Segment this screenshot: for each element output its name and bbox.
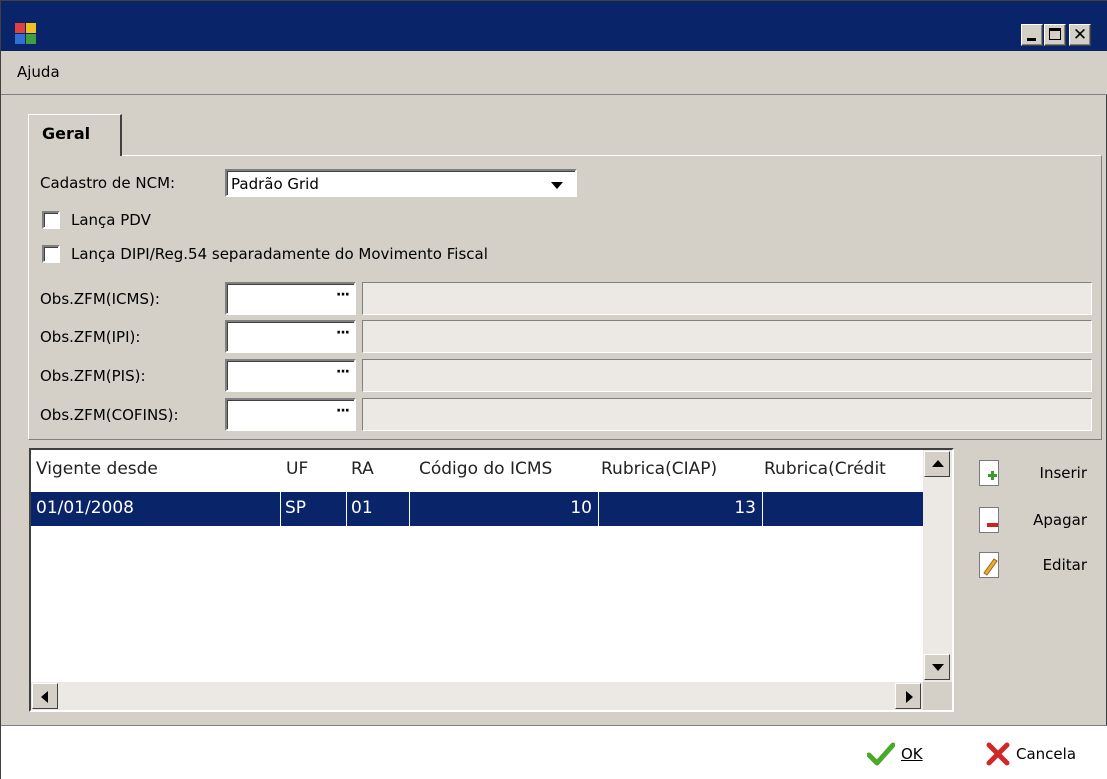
arrow-right-icon <box>906 691 913 703</box>
close-icon: ✕ <box>1072 25 1088 45</box>
scroll-down-button[interactable] <box>924 654 950 680</box>
obs-pis-input[interactable]: ··· <box>225 359 356 392</box>
column-header-ra[interactable]: RA <box>351 459 374 479</box>
obs-ipi-input[interactable]: ··· <box>225 320 356 353</box>
scroll-left-button[interactable] <box>32 683 58 709</box>
ellipsis-icon[interactable]: ··· <box>336 325 350 341</box>
arrow-down-icon <box>932 664 944 671</box>
cell-icms: 10 <box>410 492 599 526</box>
table-row[interactable]: 01/01/2008 SP 01 10 13 <box>31 492 923 526</box>
lanca-dipi-label: Lança DIPI/Reg.54 separadamente do Movim… <box>71 245 488 263</box>
cell-uf: SP <box>281 492 347 526</box>
ok-label: OK <box>901 745 923 763</box>
grid-header: Vigente desde UF RA Código do ICMS Rubri… <box>31 450 923 492</box>
cancel-button[interactable]: Cancela <box>986 742 1096 768</box>
arrow-left-icon <box>41 691 48 703</box>
obs-ipi-label: Obs.ZFM(IPI): <box>40 328 141 346</box>
horizontal-scrollbar[interactable] <box>31 682 923 710</box>
obs-pis-label: Obs.ZFM(PIS): <box>40 367 146 385</box>
tab-label: Geral <box>42 124 91 143</box>
scrollbar-corner <box>923 682 952 710</box>
title-bar[interactable]: ✕ <box>1 1 1107 51</box>
minimize-button[interactable] <box>1021 24 1043 46</box>
chevron-down-icon[interactable] <box>551 182 563 189</box>
close-button[interactable]: ✕ <box>1069 24 1091 46</box>
document-remove-icon <box>979 507 999 533</box>
column-header-vigente[interactable]: Vigente desde <box>36 459 158 479</box>
lanca-dipi-checkbox[interactable] <box>42 245 60 263</box>
footer-bar: OK Cancela <box>1 725 1107 779</box>
document-edit-icon <box>979 552 999 578</box>
edit-label: Editar <box>1042 556 1087 574</box>
cell-ra: 01 <box>347 492 410 526</box>
insert-button[interactable]: Inserir <box>973 456 1091 492</box>
lanca-pdv-checkbox[interactable] <box>42 211 60 229</box>
cadastro-ncm-label: Cadastro de NCM: <box>40 174 176 192</box>
scroll-up-button[interactable] <box>924 451 950 477</box>
document-add-icon <box>979 460 999 486</box>
insert-label: Inserir <box>1039 464 1087 482</box>
obs-cofins-description <box>362 398 1092 431</box>
cadastro-ncm-select[interactable]: Padrão Grid <box>225 169 577 197</box>
minimize-icon <box>1027 38 1036 41</box>
checkmark-icon <box>867 742 895 766</box>
app-icon <box>15 23 37 45</box>
vigencia-grid[interactable]: Vigente desde UF RA Código do ICMS Rubri… <box>29 448 954 712</box>
tab-geral[interactable]: Geral <box>28 114 122 156</box>
obs-pis-description <box>362 359 1092 392</box>
obs-ipi-description <box>362 320 1092 353</box>
cell-vigente: 01/01/2008 <box>31 492 281 526</box>
ellipsis-icon[interactable]: ··· <box>336 364 350 380</box>
column-header-credito[interactable]: Rubrica(Crédit <box>764 459 886 479</box>
menu-item-ajuda[interactable]: Ajuda <box>17 63 60 81</box>
cancel-x-icon <box>986 742 1010 766</box>
column-header-uf[interactable]: UF <box>286 459 308 479</box>
ellipsis-icon[interactable]: ··· <box>336 287 350 303</box>
cadastro-ncm-value: Padrão Grid <box>231 175 319 193</box>
cancel-label: Cancela <box>1016 745 1077 763</box>
obs-cofins-label: Obs.ZFM(COFINS): <box>40 406 179 424</box>
ok-button[interactable]: OK <box>867 742 937 768</box>
arrow-up-icon <box>932 460 944 467</box>
menu-bar: Ajuda <box>1 51 1107 95</box>
main-window: ✕ Ajuda Geral Cadastro de NCM: Padrão Gr… <box>0 0 1107 779</box>
cell-credito <box>763 492 923 526</box>
ellipsis-icon[interactable]: ··· <box>336 403 350 419</box>
obs-icms-description <box>362 282 1092 315</box>
edit-button[interactable]: Editar <box>973 548 1091 584</box>
obs-icms-input[interactable]: ··· <box>225 282 356 315</box>
column-header-icms[interactable]: Código do ICMS <box>419 459 552 479</box>
maximize-button[interactable] <box>1044 24 1066 46</box>
maximize-icon <box>1049 28 1061 40</box>
obs-cofins-input[interactable]: ··· <box>225 398 356 431</box>
obs-icms-label: Obs.ZFM(ICMS): <box>40 290 160 308</box>
delete-label: Apagar <box>1033 511 1087 529</box>
delete-button[interactable]: Apagar <box>973 503 1091 539</box>
cell-ciap: 13 <box>599 492 763 526</box>
lanca-pdv-label: Lança PDV <box>71 211 151 229</box>
scroll-right-button[interactable] <box>895 683 921 709</box>
column-header-ciap[interactable]: Rubrica(CIAP) <box>601 459 717 479</box>
vertical-scrollbar[interactable] <box>923 450 952 682</box>
